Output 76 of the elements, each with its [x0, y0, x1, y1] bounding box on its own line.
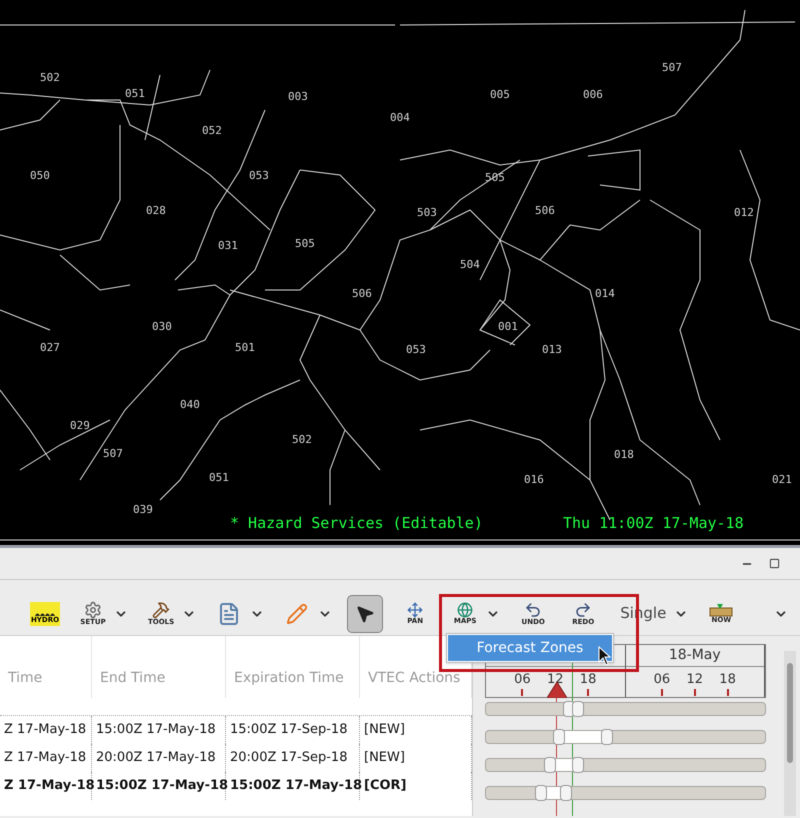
- current-time-marker: [547, 682, 567, 698]
- zone-label: 014: [595, 288, 615, 299]
- range-handle[interactable]: [572, 757, 584, 773]
- hour-label: 06: [654, 672, 670, 688]
- zone-label: 006: [583, 89, 603, 100]
- range-handle[interactable]: [553, 729, 565, 745]
- zone-label: 505: [295, 238, 315, 249]
- zone-label: 052: [202, 125, 222, 136]
- zone-label: 502: [292, 434, 312, 445]
- table-cell: Z 17-May-18: [0, 744, 92, 772]
- zone-label: 028: [146, 205, 166, 216]
- globe-icon: [457, 602, 474, 618]
- zone-label: 503: [417, 207, 437, 218]
- zone-label: 053: [249, 170, 269, 181]
- zone-label: 001: [498, 321, 518, 332]
- zone-label: 051: [209, 472, 229, 483]
- zone-label: 003: [288, 91, 308, 102]
- table-cell: 20:00Z 17-May-18: [92, 744, 226, 772]
- pointer-icon: [355, 604, 376, 624]
- gear-icon: [84, 601, 102, 619]
- range-handle[interactable]: [560, 785, 572, 801]
- zone-label: 040: [180, 399, 200, 410]
- range-handle[interactable]: [572, 701, 584, 717]
- time-range-track[interactable]: [485, 786, 766, 800]
- hour-label: 18: [580, 672, 596, 688]
- select-tool-button[interactable]: [348, 596, 382, 632]
- wave-icon: [35, 610, 55, 616]
- zone-label: 051: [125, 88, 145, 99]
- date-time-text: Thu 11:00Z 17-May-18: [563, 516, 744, 531]
- time-range-track[interactable]: [485, 730, 766, 744]
- range-handle[interactable]: [601, 729, 613, 745]
- zone-label: 050: [30, 170, 50, 181]
- zone-label: 013: [542, 344, 562, 355]
- zone-label: 030: [152, 321, 172, 332]
- zone-label: 005: [490, 89, 510, 100]
- zone-label: 506: [535, 205, 555, 216]
- zone-label: 004: [390, 112, 410, 123]
- hour-label: 12: [686, 672, 704, 688]
- zone-label: 507: [103, 448, 123, 459]
- move-icon: [407, 602, 424, 618]
- zone-label: 029: [70, 420, 90, 431]
- zone-label: 504: [460, 259, 480, 270]
- zone-label: 501: [235, 342, 255, 353]
- hour-label: 18: [719, 672, 736, 688]
- ruler-icon: [709, 603, 734, 617]
- hour-label: 06: [514, 672, 531, 688]
- hour-label: 12: [546, 672, 564, 688]
- zone-label: 039: [133, 504, 153, 515]
- table-cell: 15:00Z 17-May-18: [92, 716, 226, 744]
- table-cell: 15:00Z 17-Sep-18: [226, 716, 360, 744]
- table-cell: 15:00Z 17-May-18: [226, 772, 360, 800]
- undo-icon: [524, 601, 542, 619]
- day-label: 18-May: [668, 646, 721, 665]
- hammer-icon: [152, 601, 170, 619]
- scrollbar[interactable]: [784, 651, 796, 816]
- zone-label: 021: [772, 474, 792, 485]
- zone-label: 507: [662, 62, 682, 73]
- time-range-track[interactable]: [485, 758, 766, 772]
- zone-label: 016: [524, 474, 544, 485]
- pencil-icon: [286, 602, 308, 624]
- zone-label: 053: [406, 344, 426, 355]
- redo-icon: [574, 601, 592, 619]
- table-cell: Z 17-May-18: [0, 772, 92, 800]
- time-range-track[interactable]: [485, 702, 766, 716]
- zone-label: 506: [352, 288, 372, 299]
- status-text: * Hazard Services (Editable): [230, 516, 483, 531]
- table-cell: Z 17-May-18: [0, 716, 92, 744]
- maximize-icon[interactable]: [769, 558, 780, 569]
- table-cell: 20:00Z 17-Sep-18: [226, 744, 360, 772]
- range-handle[interactable]: [544, 757, 556, 773]
- zone-label: 012: [734, 207, 754, 218]
- range-handle[interactable]: [535, 785, 547, 801]
- zone-label: 018: [614, 449, 634, 460]
- zone-label: 502: [40, 72, 60, 83]
- zone-label: 031: [218, 240, 238, 251]
- zone-label: 027: [40, 342, 60, 353]
